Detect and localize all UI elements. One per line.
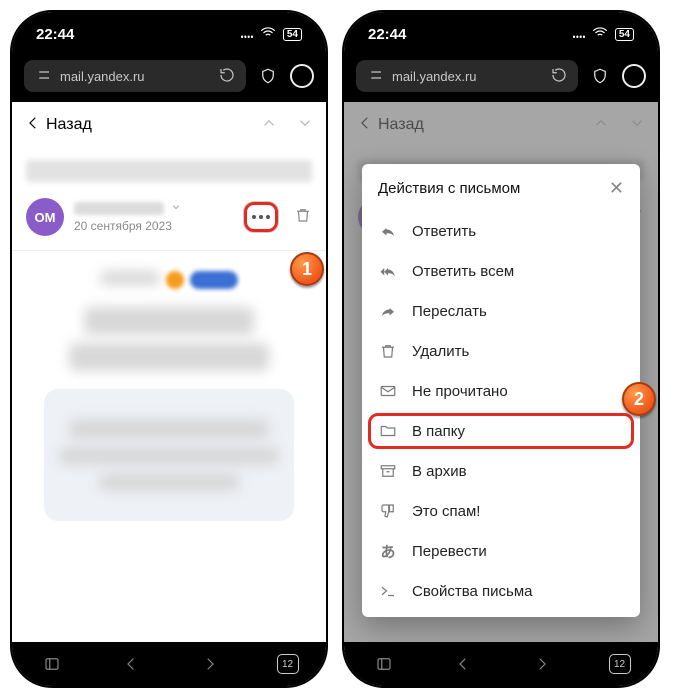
next-message-icon[interactable] xyxy=(296,114,314,137)
nav-forward-icon[interactable] xyxy=(198,652,222,676)
reply-all-icon xyxy=(378,261,398,281)
browser-bottom-bar: 12 xyxy=(344,642,658,686)
menu-label: В архив xyxy=(412,463,467,480)
sender-name-blurred xyxy=(74,202,164,215)
vivaldi-menu-icon[interactable]: V xyxy=(622,64,646,88)
terminal-icon xyxy=(378,581,398,601)
trash-icon xyxy=(378,341,398,361)
site-settings-icon[interactable] xyxy=(366,66,384,87)
divider xyxy=(12,250,326,251)
message-date: 20 сентября 2023 xyxy=(74,219,234,233)
shield-icon[interactable] xyxy=(256,64,280,88)
menu-label: Перевести xyxy=(412,543,487,560)
callout-badge-1: 1 xyxy=(290,252,324,286)
menu-item-reply[interactable]: Ответить xyxy=(362,211,640,251)
delete-icon[interactable] xyxy=(294,206,312,229)
status-bar: 22:44 ᠁ 54 xyxy=(12,12,326,56)
highlight-outline xyxy=(368,413,634,449)
avatar[interactable]: ОМ xyxy=(26,198,64,236)
nav-forward-icon[interactable] xyxy=(530,652,554,676)
battery-icon: 54 xyxy=(283,28,302,41)
browser-toolbar: mail.yandex.ru V xyxy=(344,56,658,102)
menu-item-delete[interactable]: Удалить xyxy=(362,331,640,371)
close-icon[interactable]: ✕ xyxy=(609,178,624,199)
wifi-icon xyxy=(259,24,277,45)
more-icon xyxy=(252,215,270,219)
folder-icon xyxy=(378,421,398,441)
site-settings-icon[interactable] xyxy=(34,66,52,87)
mail-content: Назад ОМ 20 сентября 2023 xyxy=(344,102,658,642)
cell-signal-icon: ᠁ xyxy=(570,23,585,46)
panels-icon[interactable] xyxy=(40,652,64,676)
browser-bottom-bar: 12 xyxy=(12,642,326,686)
menu-item-reply-all[interactable]: Ответить всем xyxy=(362,251,640,291)
reload-icon[interactable] xyxy=(550,66,568,87)
clock: 22:44 xyxy=(36,26,74,43)
more-actions-button[interactable] xyxy=(244,202,278,232)
menu-label: Ответить xyxy=(412,223,476,240)
battery-icon: 54 xyxy=(615,28,634,41)
menu-item-forward[interactable]: Переслать xyxy=(362,291,640,331)
menu-item-properties[interactable]: Свойства письма xyxy=(362,571,640,611)
address-bar[interactable]: mail.yandex.ru xyxy=(24,60,246,92)
reply-icon xyxy=(378,221,398,241)
menu-item-translate[interactable]: あ Перевести xyxy=(362,531,640,571)
menu-label: В папку xyxy=(412,423,465,440)
tabs-button[interactable]: 12 xyxy=(609,654,631,674)
clock: 22:44 xyxy=(368,26,406,43)
status-bar: 22:44 ᠁ 54 xyxy=(344,12,658,56)
tabs-button[interactable]: 12 xyxy=(277,654,299,674)
back-chevron-icon[interactable] xyxy=(24,112,42,138)
cell-signal-icon: ᠁ xyxy=(238,23,253,46)
phone-right: 22:44 ᠁ 54 mail.yandex.ru xyxy=(342,10,660,688)
prev-message-icon[interactable] xyxy=(260,114,278,137)
message-header: ОМ 20 сентября 2023 xyxy=(12,192,326,246)
shield-icon[interactable] xyxy=(588,64,612,88)
archive-icon xyxy=(378,461,398,481)
wifi-icon xyxy=(591,24,609,45)
mail-content: Назад ОМ xyxy=(12,102,326,642)
phone-left: 22:44 ᠁ 54 mail.yandex.ru xyxy=(10,10,328,688)
address-bar[interactable]: mail.yandex.ru xyxy=(356,60,578,92)
actions-menu: Действия с письмом ✕ Ответить Ответить в… xyxy=(362,164,640,617)
callout-badge-2: 2 xyxy=(622,382,656,416)
menu-label: Это спам! xyxy=(412,503,480,520)
back-label[interactable]: Назад xyxy=(46,116,92,134)
translate-icon: あ xyxy=(378,541,398,561)
message-body-blurred xyxy=(12,255,326,533)
url-text: mail.yandex.ru xyxy=(60,69,145,84)
panels-icon[interactable] xyxy=(372,652,396,676)
menu-item-archive[interactable]: В архив xyxy=(362,451,640,491)
menu-label: Удалить xyxy=(412,343,469,360)
menu-title: Действия с письмом xyxy=(378,180,520,197)
nav-back-icon[interactable] xyxy=(119,652,143,676)
expand-sender-icon[interactable] xyxy=(170,201,182,216)
subject-blurred xyxy=(26,160,312,182)
menu-item-spam[interactable]: Это спам! xyxy=(362,491,640,531)
url-text: mail.yandex.ru xyxy=(392,69,477,84)
menu-item-to-folder[interactable]: В папку xyxy=(362,411,640,451)
menu-item-unread[interactable]: Не прочитано xyxy=(362,371,640,411)
menu-label: Переслать xyxy=(412,303,487,320)
menu-label: Не прочитано xyxy=(412,383,508,400)
mail-icon xyxy=(378,381,398,401)
vivaldi-menu-icon[interactable]: V xyxy=(290,64,314,88)
browser-toolbar: mail.yandex.ru V xyxy=(12,56,326,102)
forward-icon xyxy=(378,301,398,321)
menu-label: Свойства письма xyxy=(412,583,533,600)
nav-back-icon[interactable] xyxy=(451,652,475,676)
thumbs-down-icon xyxy=(378,501,398,521)
reload-icon[interactable] xyxy=(218,66,236,87)
menu-label: Ответить всем xyxy=(412,263,514,280)
